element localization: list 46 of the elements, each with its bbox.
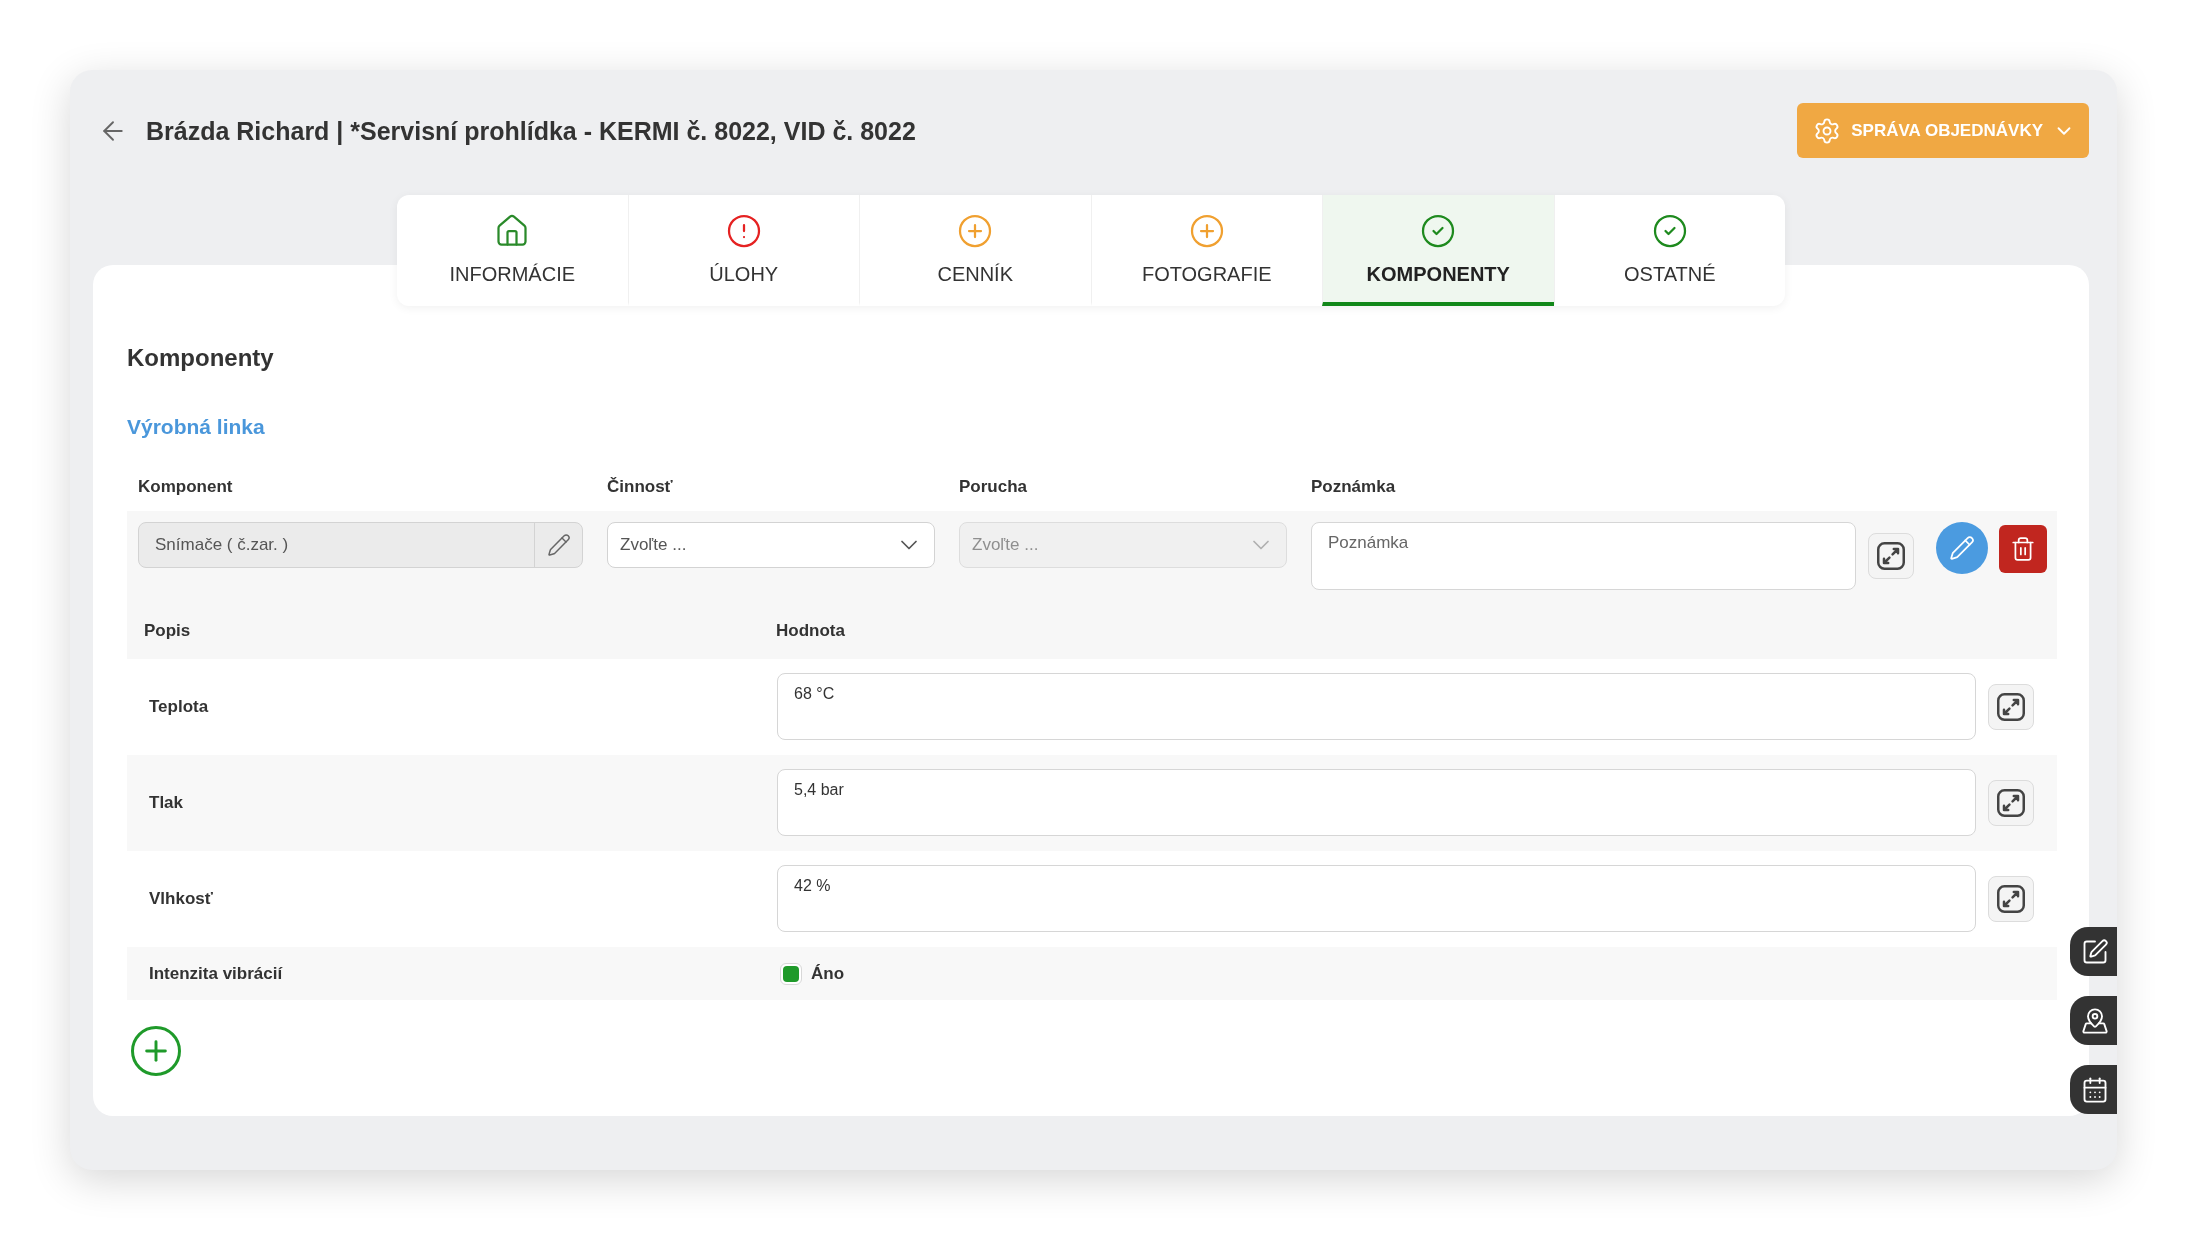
edit-button[interactable] (1936, 522, 1988, 574)
column-header: Komponent (138, 477, 233, 496)
expand-icon (1997, 692, 2025, 721)
plus-circle-icon (957, 213, 994, 249)
subsection-title: Výrobná linka (127, 414, 265, 440)
column-header: Porucha (959, 477, 1028, 496)
value-field[interactable]: 5,4 bar (777, 769, 1976, 836)
check-circle-icon (1651, 213, 1688, 249)
page-title: Brázda Richard | *Servisní prohlídka - KERMI č. 8022, VID č. 8022 (146, 115, 917, 146)
trash-icon (2010, 536, 2036, 562)
value-field[interactable]: 42 % (777, 865, 1976, 932)
checkbox[interactable] (780, 962, 802, 985)
parameter-label: Intenzita vibrácií (149, 963, 283, 984)
expand-icon (1877, 542, 1905, 570)
expand-button[interactable] (1988, 779, 2034, 826)
parameter-label: Tlak (149, 792, 184, 813)
pencil-icon (546, 533, 571, 557)
map-button[interactable] (2070, 996, 2117, 1045)
expand-button[interactable] (1988, 875, 2034, 922)
expand-icon (1997, 788, 2025, 817)
map-pin-icon (2080, 1006, 2109, 1035)
component-field[interactable]: Snímače ( č.zar. ) (138, 522, 583, 568)
alert-icon (725, 213, 762, 249)
parameter-label: Vlhkosť (149, 888, 213, 909)
calendar-button[interactable] (2070, 1065, 2117, 1114)
activity-select[interactable]: Zvoľte ... (607, 522, 935, 568)
column-header: Hodnota (776, 621, 845, 640)
value-field[interactable]: 68 °C (777, 673, 1976, 740)
column-header: Popis (144, 621, 191, 640)
section-title: Komponenty (127, 344, 274, 372)
tab[interactable]: INFORMÁCIE (397, 195, 628, 306)
checkbox-label: Áno (811, 963, 845, 984)
column-header: Poznámka (1311, 477, 1396, 496)
pencil-icon (1949, 535, 1975, 561)
delete-button[interactable] (1999, 525, 2047, 573)
parameter-label: Teplota (149, 696, 209, 717)
note-field[interactable]: Poznámka (1311, 522, 1856, 590)
expand-icon (1997, 884, 2025, 913)
plus-circle-icon (1188, 213, 1225, 249)
expand-button[interactable] (1988, 683, 2034, 730)
check-circle-icon (1420, 213, 1457, 249)
add-button[interactable] (131, 1026, 181, 1076)
expand-button[interactable] (1868, 533, 1914, 579)
column-header: Činnosť (607, 477, 673, 496)
tab[interactable]: KOMPONENTY (1322, 195, 1554, 306)
edit-side-button[interactable] (2070, 927, 2117, 976)
